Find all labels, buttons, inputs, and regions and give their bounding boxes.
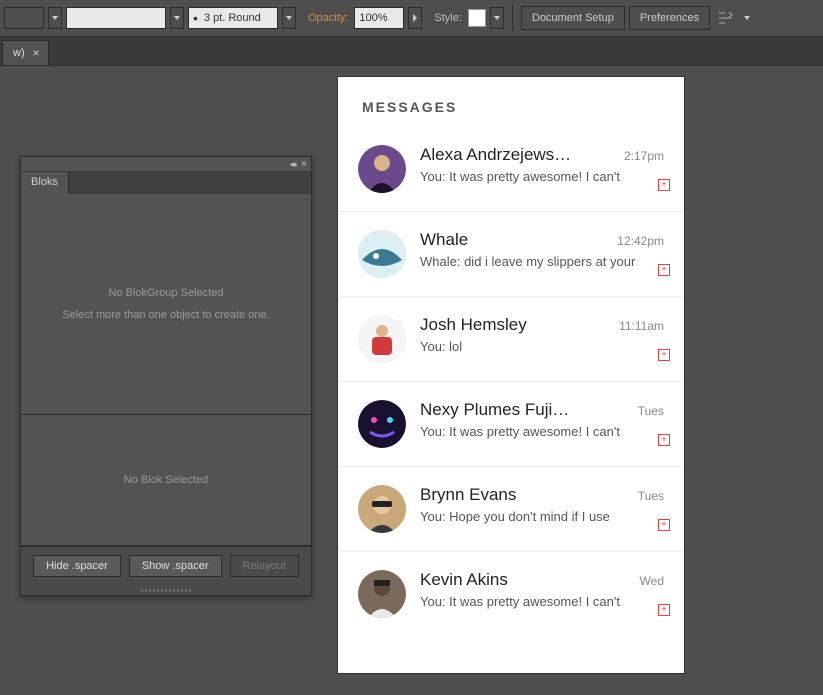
opacity-field[interactable]: 100% (354, 7, 404, 29)
message-row[interactable]: Josh Hemsley 11:11am You: lol + (338, 297, 684, 382)
message-preview: You: lol (420, 339, 650, 354)
plus-icon[interactable]: + (658, 434, 670, 446)
canvas-area: ◂◂ × Bloks No BlokGroup Selected Select … (0, 66, 823, 695)
stroke-profile-label: 3 pt. Round (204, 12, 261, 24)
align-dropdown[interactable] (740, 7, 754, 29)
blok-section: No Blok Selected (21, 415, 311, 546)
plus-icon[interactable]: + (658, 349, 670, 361)
toolbar-divider (512, 5, 513, 31)
message-preview: You: It was pretty awesome! I can't (420, 424, 650, 439)
message-name: Alexa Andrzejews… (420, 145, 571, 165)
style-swatch[interactable] (468, 9, 486, 27)
show-spacer-button[interactable]: Show .spacer (129, 555, 222, 577)
message-preview: You: Hope you don't mind if I use (420, 509, 650, 524)
bloks-panel: ◂◂ × Bloks No BlokGroup Selected Select … (20, 156, 312, 596)
document-tab-strip: w) × (0, 37, 823, 66)
messages-title: MESSAGES (338, 99, 684, 127)
message-name: Whale (420, 230, 468, 250)
avatar (358, 230, 406, 278)
plus-icon[interactable]: + (658, 519, 670, 531)
panel-header[interactable]: ◂◂ × (21, 157, 311, 172)
chevron-down-icon (52, 16, 58, 20)
message-time: 2:17pm (624, 149, 664, 163)
blokgroup-empty-hint: Select more than one object to create on… (62, 309, 269, 321)
message-preview: You: It was pretty awesome! I can't (420, 594, 650, 609)
document-setup-button[interactable]: Document Setup (521, 6, 625, 30)
collapse-icon[interactable]: ◂◂ (290, 159, 295, 170)
message-row[interactable]: Whale 12:42pm Whale: did i leave my slip… (338, 212, 684, 297)
avatar (358, 570, 406, 618)
message-preview: Whale: did i leave my slippers at your (420, 254, 650, 269)
avatar (358, 400, 406, 448)
chevron-down-icon (286, 16, 292, 20)
plus-icon[interactable]: + (658, 179, 670, 191)
hide-spacer-button[interactable]: Hide .spacer (33, 555, 121, 577)
message-preview: You: It was pretty awesome! I can't (420, 169, 650, 184)
style-dropdown[interactable] (490, 7, 504, 29)
message-name: Brynn Evans (420, 485, 516, 505)
panel-tab-bloks[interactable]: Bloks (21, 172, 69, 194)
close-icon[interactable]: × (301, 158, 307, 170)
message-row[interactable]: Brynn Evans Tues You: Hope you don't min… (338, 467, 684, 552)
message-time: Tues (638, 489, 664, 503)
chevron-down-icon (744, 16, 750, 20)
opacity-label: Opacity: (308, 12, 348, 24)
close-icon[interactable]: × (33, 46, 40, 60)
plus-icon[interactable]: + (658, 604, 670, 616)
avatar (358, 485, 406, 533)
panel-footer: Hide .spacer Show .spacer Relayout (21, 546, 311, 585)
message-time: 11:11am (619, 319, 664, 333)
message-row[interactable]: Alexa Andrzejews… 2:17pm You: It was pre… (338, 127, 684, 212)
stroke-weight-field[interactable] (66, 7, 166, 29)
message-name: Josh Hemsley (420, 315, 527, 335)
message-name: Nexy Plumes Fuji… (420, 400, 569, 420)
opacity-dropdown[interactable] (408, 7, 422, 29)
panel-body: No BlokGroup Selected Select more than o… (21, 194, 311, 546)
message-time: 12:42pm (617, 234, 664, 248)
plus-icon[interactable]: + (658, 264, 670, 276)
document-tab[interactable]: w) × (2, 40, 49, 65)
chevron-right-icon (411, 14, 419, 22)
blok-empty-title: No Blok Selected (124, 474, 208, 486)
chevron-down-icon (174, 16, 180, 20)
style-label: Style: (434, 12, 462, 24)
stroke-profile-field[interactable]: • 3 pt. Round (188, 7, 278, 29)
panel-tabs: Bloks (21, 172, 311, 194)
message-row[interactable]: Nexy Plumes Fuji… Tues You: It was prett… (338, 382, 684, 467)
align-icon[interactable] (714, 7, 736, 29)
message-name: Kevin Akins (420, 570, 508, 590)
app-toolbar: • 3 pt. Round Opacity: 100% Style: Docum… (0, 0, 823, 37)
blokgroup-section: No BlokGroup Selected Select more than o… (21, 194, 311, 415)
document-tab-label: w) (13, 47, 25, 59)
stroke-color-dropdown[interactable] (48, 7, 62, 29)
stroke-weight-dropdown[interactable] (170, 7, 184, 29)
message-time: Tues (638, 404, 664, 418)
message-row[interactable]: Kevin Akins Wed You: It was pretty aweso… (338, 552, 684, 636)
chevron-down-icon (494, 16, 500, 20)
blokgroup-empty-title: No BlokGroup Selected (109, 287, 224, 299)
stroke-profile-dropdown[interactable] (282, 7, 296, 29)
avatar (358, 145, 406, 193)
avatar (358, 315, 406, 363)
message-time: Wed (640, 574, 664, 588)
panel-resize-grip[interactable] (21, 585, 311, 595)
preferences-button[interactable]: Preferences (629, 6, 710, 30)
relayout-button: Relayout (230, 555, 299, 577)
stroke-color-field[interactable] (4, 7, 44, 29)
messages-card: MESSAGES Alexa Andrzejews… 2:17pm You: I… (337, 76, 685, 674)
